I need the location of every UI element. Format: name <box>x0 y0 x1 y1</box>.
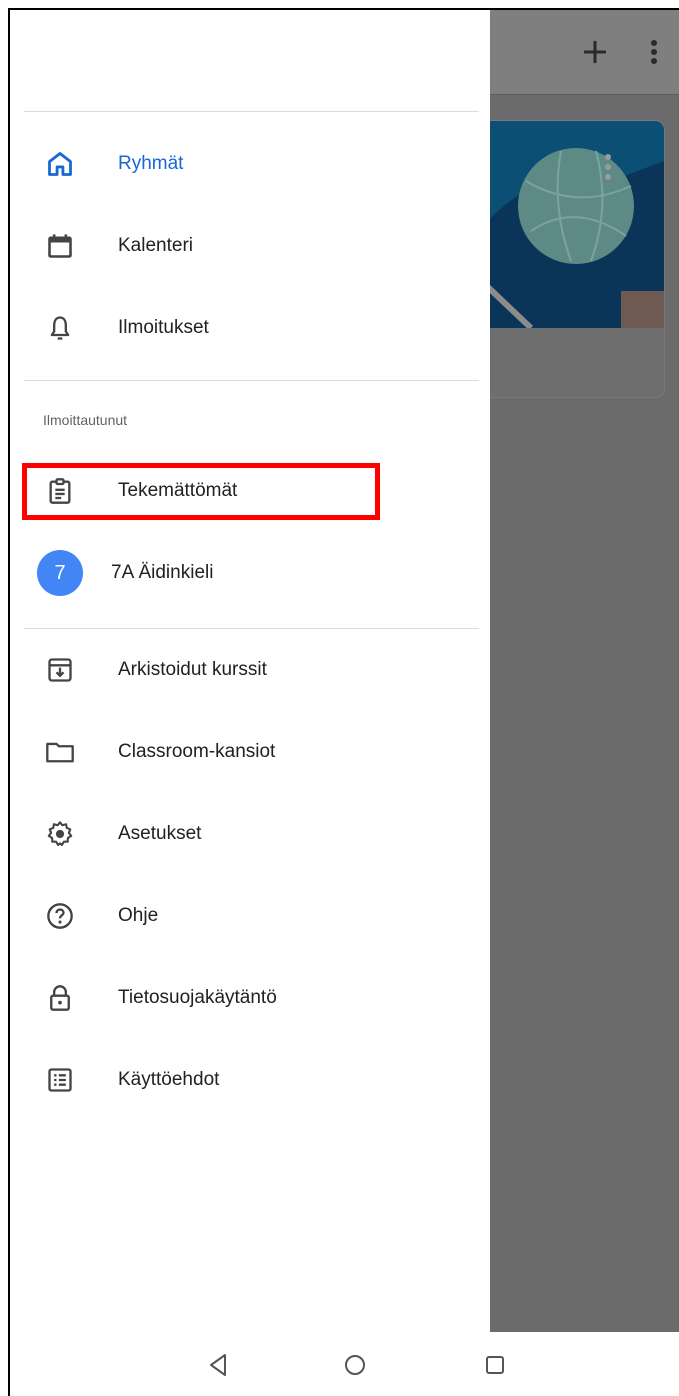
drawer-item-class[interactable]: 7 7A Äidinkieli <box>24 532 479 614</box>
drawer-item-label: Ryhmät <box>118 153 184 174</box>
divider <box>24 111 479 112</box>
drawer-item-classroom-folders[interactable]: Classroom-kansiot <box>24 711 479 793</box>
back-icon[interactable] <box>203 1350 233 1380</box>
app-toolbar <box>490 10 679 95</box>
drawer-item-help[interactable]: Ohje <box>24 875 479 957</box>
drawer-item-label: Arkistoidut kurssit <box>118 659 267 680</box>
drawer-item-calendar[interactable]: Kalenteri <box>24 205 479 287</box>
drawer-item-label: Kalenteri <box>118 235 193 256</box>
drawer-item-label: Käyttöehdot <box>118 1069 220 1090</box>
drawer-item-settings[interactable]: Asetukset <box>24 793 479 875</box>
course-card[interactable] <box>490 120 665 398</box>
class-avatar: 7 <box>37 550 83 596</box>
assignment-icon <box>44 475 76 507</box>
screen: Ryhmät Kalenteri Ilmoitukset Ilmoittautu… <box>8 8 679 1396</box>
more-vert-icon[interactable] <box>642 34 666 70</box>
drawer-item-groups[interactable]: Ryhmät <box>24 123 479 205</box>
drawer-item-label: Asetukset <box>118 823 202 844</box>
terms-icon <box>44 1064 76 1096</box>
navigation-drawer: Ryhmät Kalenteri Ilmoitukset Ilmoittautu… <box>10 10 490 1332</box>
scrim-overlay[interactable] <box>490 10 679 1332</box>
drawer-item-label: Ohje <box>118 905 159 926</box>
plus-icon[interactable] <box>575 32 615 72</box>
drawer-item-label: Classroom-kansiot <box>118 741 276 762</box>
drawer-item-label: Tekemättömät <box>118 480 238 501</box>
settings-icon <box>44 818 76 850</box>
card-more-icon[interactable] <box>601 151 615 187</box>
help-icon <box>44 900 76 932</box>
folder-icon <box>44 736 76 768</box>
drawer-item-terms[interactable]: Käyttöehdot <box>24 1039 479 1121</box>
lock-icon <box>44 982 76 1014</box>
drawer-item-label: Ilmoitukset <box>118 317 209 338</box>
drawer-item-todo[interactable]: Tekemättömät <box>24 450 479 532</box>
drawer-item-notifications[interactable]: Ilmoitukset <box>24 287 479 369</box>
system-nav-bar <box>10 1332 679 1396</box>
recents-icon[interactable] <box>480 1350 510 1380</box>
section-header-enrolled: Ilmoittautunut <box>43 412 128 428</box>
drawer-item-label: 7A Äidinkieli <box>111 562 214 583</box>
home-circle-icon[interactable] <box>340 1350 370 1380</box>
home-icon <box>44 148 76 180</box>
bell-icon <box>44 312 76 344</box>
divider <box>24 380 479 381</box>
drawer-item-privacy[interactable]: Tietosuojakäytäntö <box>24 957 479 1039</box>
calendar-icon <box>44 230 76 262</box>
course-banner-image <box>490 121 664 328</box>
drawer-item-label: Tietosuojakäytäntö <box>118 987 277 1008</box>
drawer-item-archived-courses[interactable]: Arkistoidut kurssit <box>24 629 479 711</box>
archive-icon <box>44 654 76 686</box>
